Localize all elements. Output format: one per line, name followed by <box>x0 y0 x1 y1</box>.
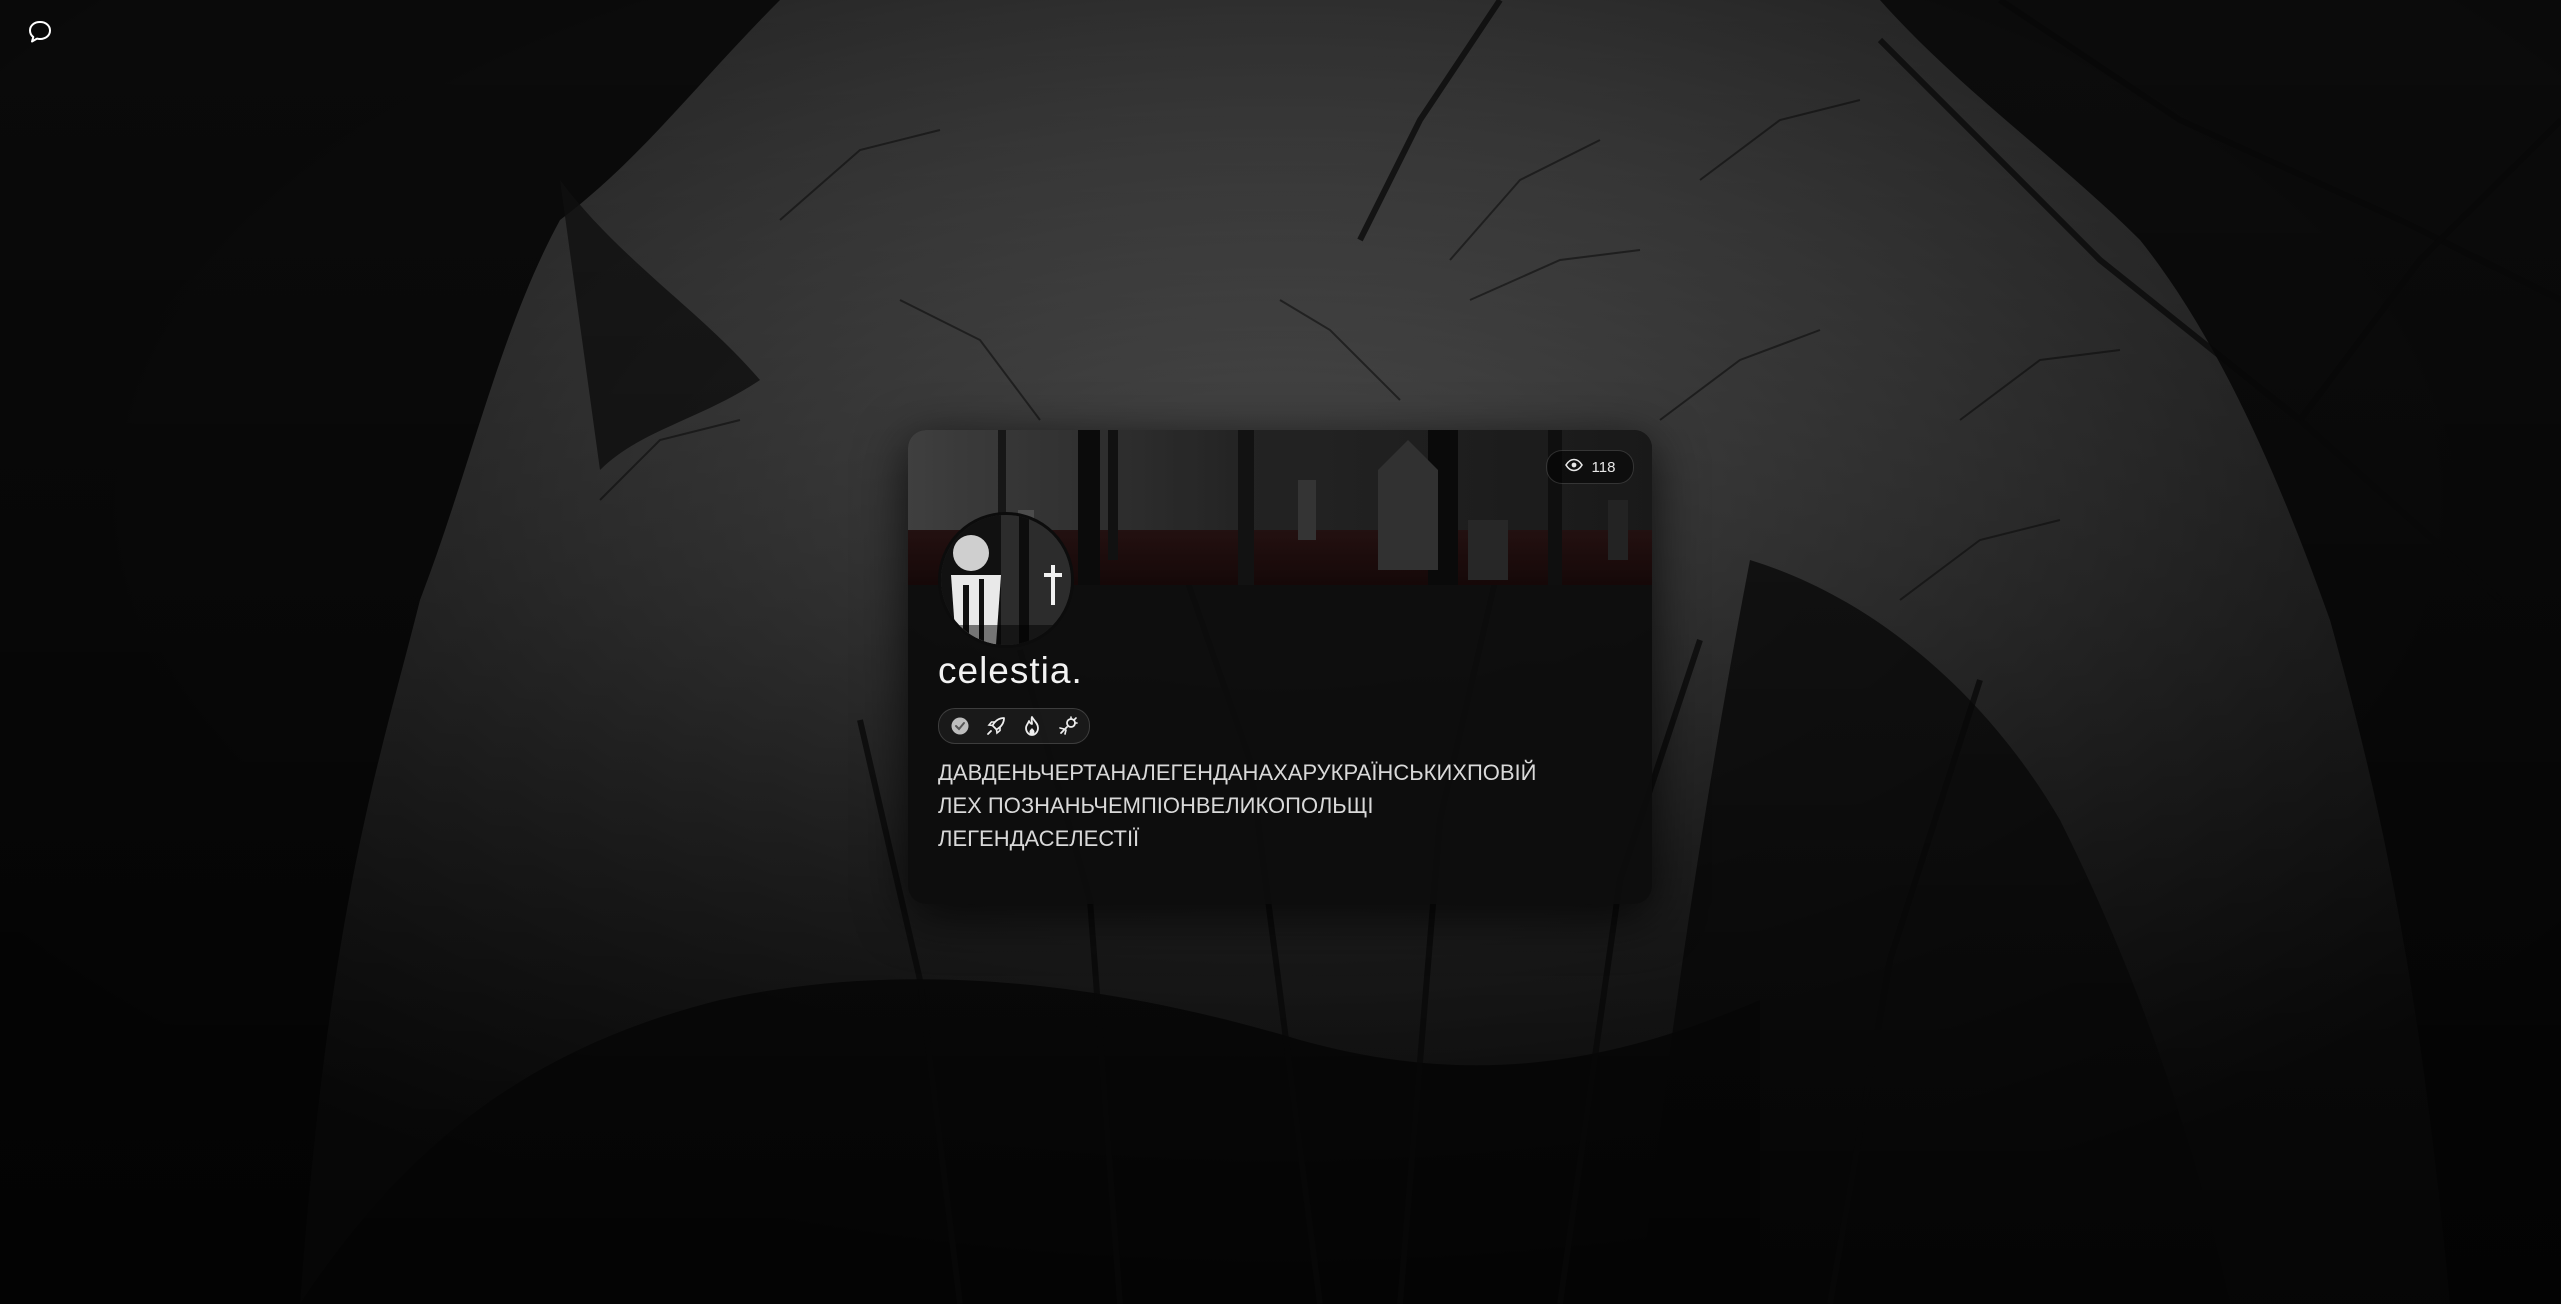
flame-icon[interactable] <box>1020 714 1044 738</box>
eye-icon <box>1564 458 1583 476</box>
username: celestia. <box>938 650 1083 691</box>
view-count: 118 <box>1591 458 1616 476</box>
bio-line: ДАВДЕНЬЧЕРТАНАЛЕГЕНДАНАХАРУКРАЇНСЬКИХПОВ… <box>938 760 1537 785</box>
view-counter: 118 <box>1546 450 1634 484</box>
bio-line: ЛЕХ ПОЗНАНЬЧЕМПІОНВЕЛИКОПОЛЬЩІ <box>938 793 1374 818</box>
avatar[interactable] <box>938 512 1074 648</box>
speech-bubble-icon <box>27 19 53 50</box>
badge-bar <box>938 708 1090 744</box>
profile-bio: ДАВДЕНЬЧЕРТАНАЛЕГЕНДАНАХАРУКРАЇНСЬКИХПОВ… <box>938 756 1618 855</box>
rocket-icon[interactable] <box>984 714 1008 738</box>
verified-badge-icon[interactable] <box>948 714 972 738</box>
chat-button[interactable] <box>24 18 56 50</box>
profile-card: 118 celestia. ДАВДЕНЬЧЕРТАНАЛЕГЕНДАНАХАР… <box>908 430 1652 904</box>
bio-line: ЛЕГЕНДАСЕЛЕСТІЇ <box>938 826 1140 851</box>
bug-hunter-icon[interactable] <box>1056 714 1080 738</box>
